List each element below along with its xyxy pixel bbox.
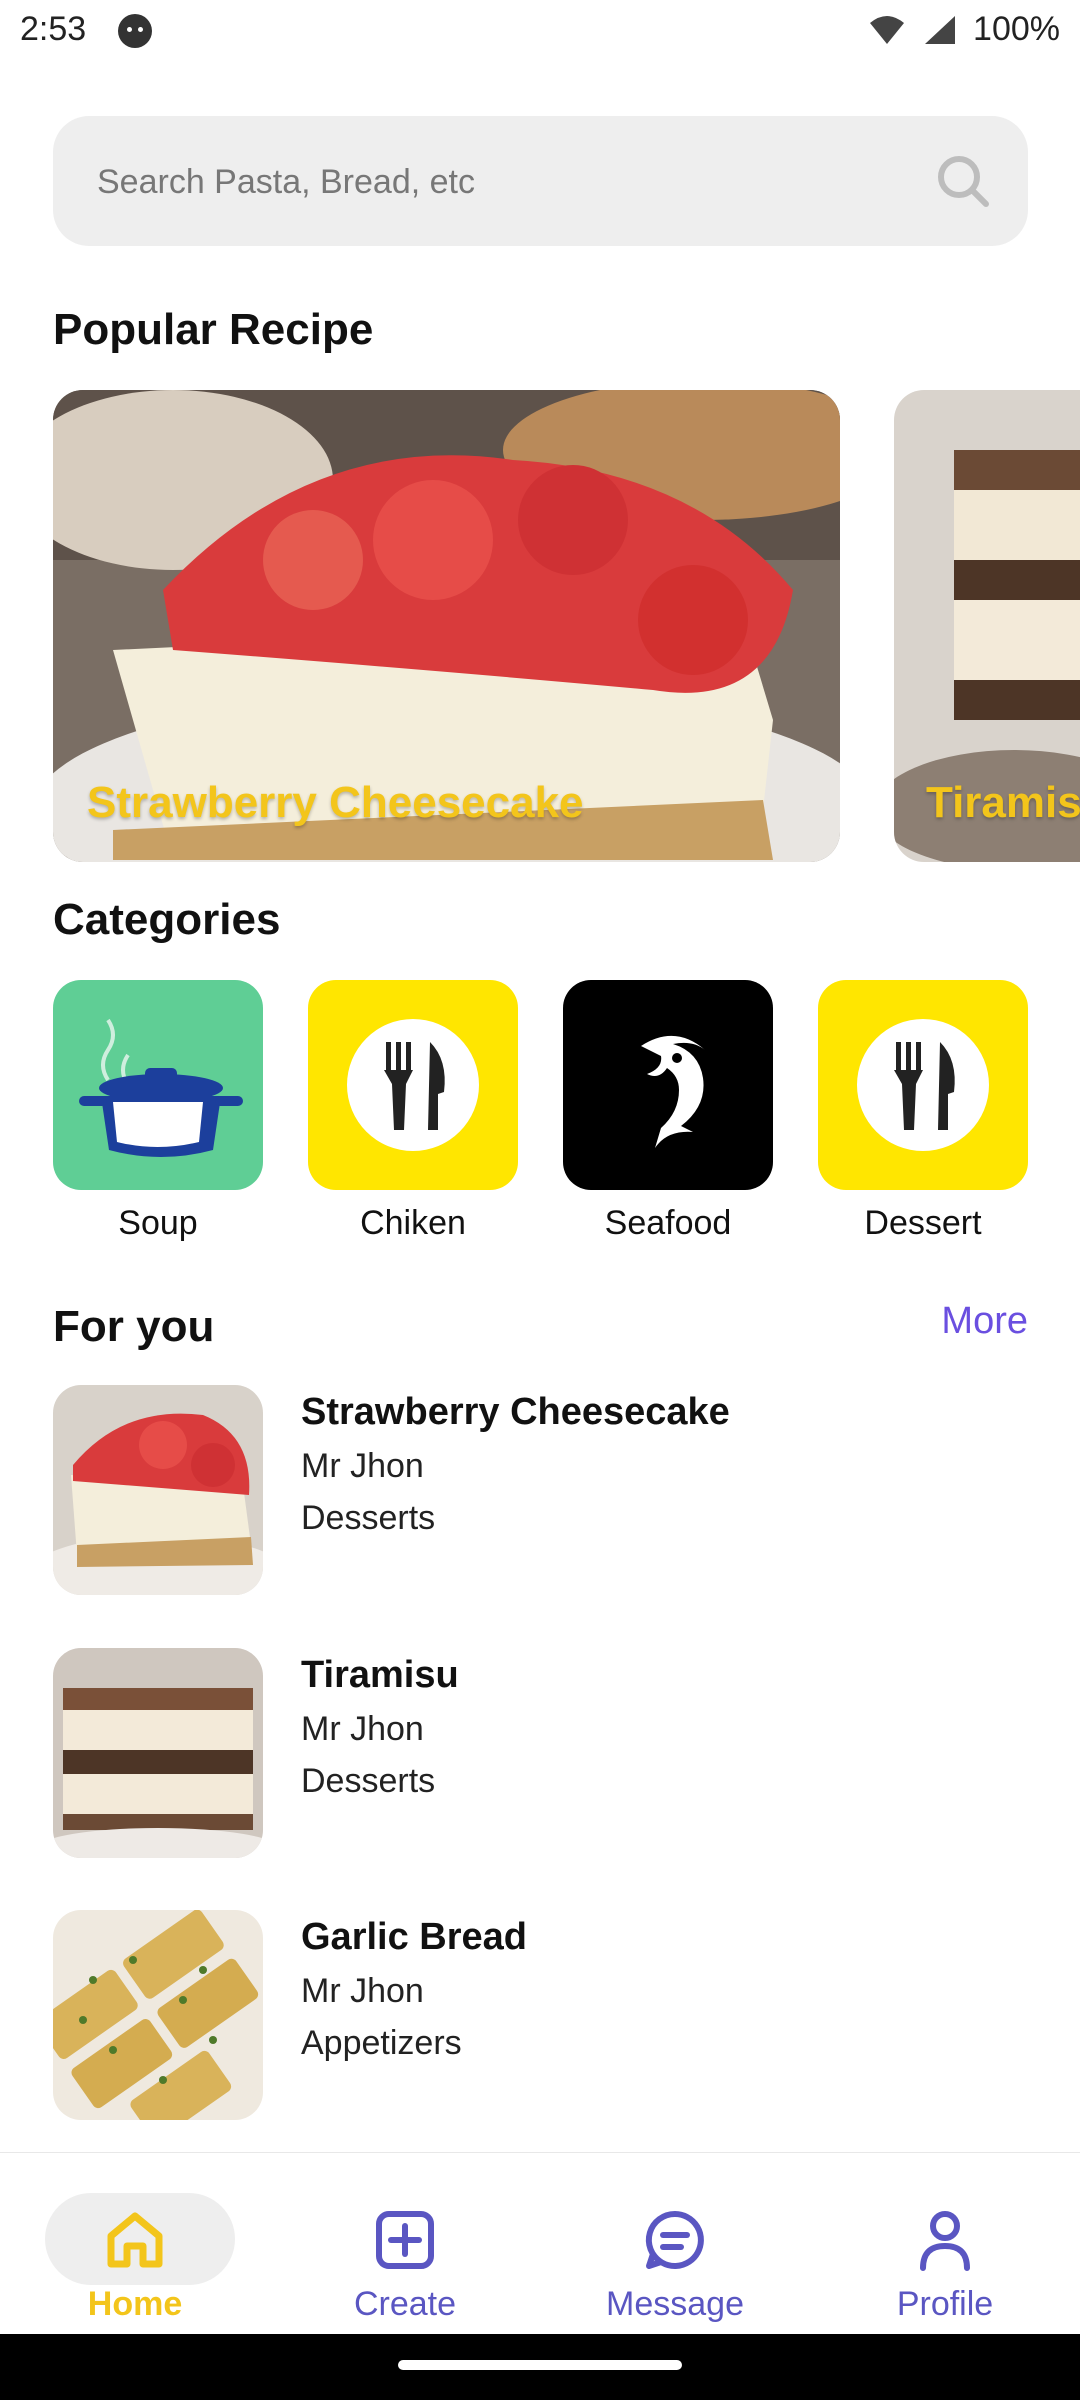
pot-icon (79, 1018, 243, 1157)
popular-card-title: Strawberry Cheesecake (87, 778, 584, 827)
recipe-title: Tiramisu (301, 1654, 459, 1696)
category-seafood[interactable]: Seafood (563, 980, 773, 1243)
wifi-icon (870, 15, 905, 44)
category-tile (308, 980, 518, 1190)
categories-heading: Categories (53, 895, 281, 944)
home-icon (107, 2212, 163, 2268)
battery-text: 100% (973, 10, 1060, 48)
notification-face-icon (118, 14, 152, 48)
list-item[interactable]: Garlic Bread Mr Jhon Appetizers (53, 1910, 1028, 2120)
category-chiken[interactable]: Chiken (308, 980, 518, 1243)
fork-knife-icon (347, 1019, 479, 1151)
nav-message[interactable]: Message (575, 2173, 775, 2323)
search-bar[interactable] (53, 116, 1028, 246)
status-time: 2:53 (20, 10, 87, 48)
recipe-author: Mr Jhon (301, 1447, 424, 1485)
recipe-category: Desserts (301, 1499, 436, 1537)
recipe-title: Strawberry Cheesecake (301, 1391, 730, 1433)
search-input[interactable] (95, 153, 899, 211)
for-you-heading: For you (53, 1302, 215, 1351)
category-label: Dessert (864, 1204, 982, 1242)
message-icon (645, 2210, 704, 2269)
category-label: Seafood (604, 1204, 732, 1242)
fish-icon (641, 1035, 705, 1148)
nav-label: Home (87, 2285, 183, 2323)
recipe-category: Appetizers (301, 2024, 462, 2062)
home-indicator[interactable] (398, 2360, 682, 2370)
recipe-thumbnail (53, 1648, 263, 1858)
system-navigation-bar (0, 2334, 1080, 2400)
recipe-thumbnail (53, 1910, 263, 2120)
list-item[interactable]: Tiramisu Mr Jhon Desserts (53, 1648, 1028, 1858)
plus-square-icon (376, 2211, 434, 2269)
popular-card-tiramisu[interactable]: Tiramisu (894, 390, 1080, 862)
fork-knife-icon (857, 1019, 989, 1151)
recipe-category: Desserts (301, 1762, 436, 1800)
category-label: Soup (118, 1204, 198, 1242)
recipe-author: Mr Jhon (301, 1972, 424, 2010)
more-link[interactable]: More (941, 1300, 1028, 1343)
nav-home[interactable]: Home (35, 2173, 235, 2323)
popular-recipe-heading: Popular Recipe (53, 305, 374, 354)
recipe-title: Garlic Bread (301, 1916, 527, 1958)
category-tile (563, 980, 773, 1190)
person-icon (920, 2211, 970, 2271)
nav-label: Message (606, 2285, 744, 2323)
bottom-navigation: Home Create Message Profile (0, 2152, 1080, 2335)
status-right-group: 100% (869, 10, 1060, 49)
nav-create[interactable]: Create (305, 2173, 505, 2323)
popular-card-title: Tiramisu (926, 778, 1080, 827)
recipe-thumbnail (53, 1385, 263, 1595)
recipe-author: Mr Jhon (301, 1710, 424, 1748)
popular-card-strawberry-cheesecake[interactable]: Strawberry Cheesecake (53, 390, 840, 862)
category-soup[interactable]: Soup (53, 980, 263, 1243)
category-tile (53, 980, 263, 1190)
search-icon[interactable] (934, 152, 992, 210)
signal-icon (925, 15, 956, 44)
category-tile (818, 980, 1028, 1190)
list-item[interactable]: Strawberry Cheesecake Mr Jhon Desserts (53, 1385, 1028, 1595)
nav-profile[interactable]: Profile (845, 2173, 1045, 2323)
nav-label: Create (353, 2285, 457, 2323)
category-label: Chiken (360, 1204, 466, 1242)
category-dessert[interactable]: Dessert (818, 980, 1028, 1243)
nav-label: Profile (896, 2285, 994, 2323)
